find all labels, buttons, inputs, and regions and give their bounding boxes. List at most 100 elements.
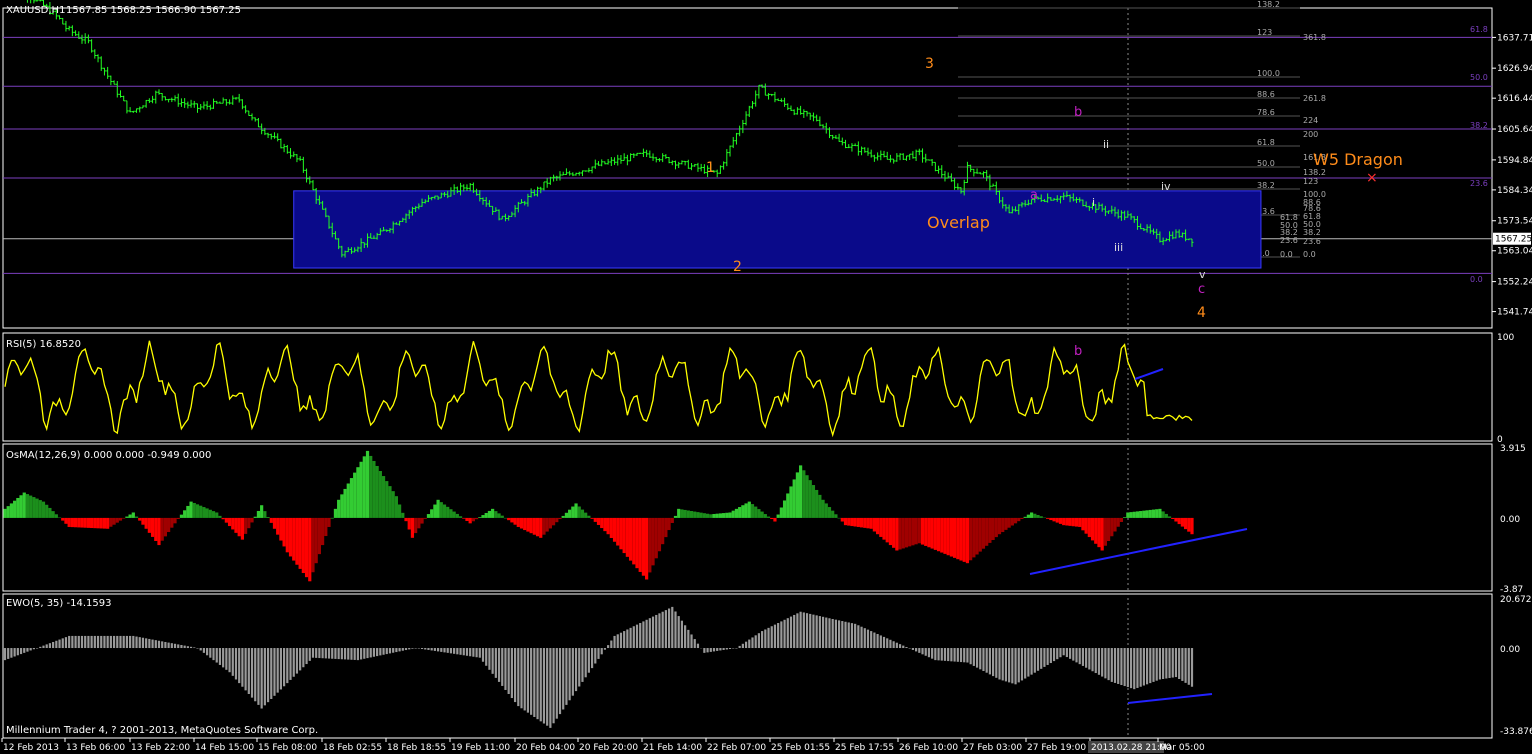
rsi-series [4,340,1193,438]
ewo-bar [241,648,244,687]
symbol-title: XAUUSD,H1 [6,5,65,16]
osma-bar [747,501,751,518]
osma-bar [673,515,678,518]
ewo-bar [189,646,193,649]
osma-bar [715,513,719,518]
ewo-bar [754,635,757,649]
ewo-bar [530,648,533,715]
ewo-bar [728,648,732,649]
osma-bar [850,517,854,527]
osma-bar [224,517,228,523]
osma-bar [1036,515,1040,518]
ewo-bar [546,648,549,726]
ewo-bar [587,648,590,673]
ewo-bar [1152,648,1155,682]
osma-bar [1004,517,1008,530]
osma-bar [1103,517,1107,546]
osma-bar [760,511,764,518]
osma-bar [154,517,158,541]
osma-bar [45,504,49,518]
ewo-bar [388,648,392,654]
osma-bar [173,517,177,524]
osma-bar [600,517,604,529]
ewo-bar [279,648,282,690]
ewo-bar [334,648,337,659]
osma-bar [702,513,706,518]
osma-bar [462,517,466,519]
ewo-bar [80,635,84,649]
ewo-bar [238,648,241,684]
osma-bar [218,515,222,518]
ewo-bar [392,648,395,653]
osma-bar [953,517,957,558]
osma-bar [1087,517,1091,538]
osma-bar [1139,511,1143,518]
ewo-bar [812,614,815,649]
ewo-bar [558,648,562,715]
ewo-bar [343,648,347,660]
ewo-bar [90,635,93,649]
osma-bar [381,476,386,518]
osma-bar [728,512,732,518]
ewo-bar [183,645,186,649]
ewo-bar [100,635,103,649]
osma-bar [1071,517,1075,527]
ewo-bar [234,648,238,680]
ewo-bar [966,648,969,663]
ewo-bar [459,648,462,655]
trading-chart[interactable]: 138.2123100.088.678.661.850.038.223.60.0… [0,0,1532,754]
osma-bar [625,517,629,557]
ewo-bar [584,648,587,678]
osma-bar [343,488,347,518]
ewo-bar [16,648,19,656]
ewo-bar [478,648,481,658]
ewo-bar [247,648,250,695]
osma-bar [866,517,870,529]
ewo-bar [578,648,581,687]
osma-bar [959,517,963,561]
ewo-bar [1052,648,1056,662]
osma-bar [815,489,819,518]
ewo-bar [209,648,212,658]
osma-bar [645,517,649,580]
ewo-bar [796,613,799,649]
ewo-bar [1075,648,1078,663]
osma-bar [972,517,976,558]
osma-bar [686,510,690,518]
ewo-bar [42,645,45,649]
ewo-bar [607,645,610,649]
ewo-bar [321,648,324,659]
x-tick-label: 26 Feb 10:00 [899,743,958,753]
osma-bar [131,512,135,518]
ewo-bar [613,635,616,649]
ewo-bar [55,640,58,649]
wave-primary-label: 3 [925,56,934,72]
ewo-bar [1158,648,1162,680]
ewo-bar [1178,648,1181,679]
ewo-bar [109,635,112,649]
x-tick-label: 14 Feb 15:00 [195,743,254,753]
osma-bar [712,513,716,518]
osma-bar [35,498,39,518]
ewo-bar [161,641,164,649]
ewo-bar [1024,648,1027,679]
osma-bar [696,512,700,518]
osma-bar [808,480,812,518]
osma-bar [96,517,100,529]
ewo-bar [510,648,513,699]
osma-bar [821,499,825,518]
ewo-bar [911,648,914,650]
ewo-bar [453,648,456,654]
ewo-bar [420,648,424,649]
panel-frames [2,7,1493,739]
ewo-bar [119,635,122,649]
osma-bar [882,517,886,540]
osma-bar [792,479,796,518]
ewo-bar [526,648,530,713]
osma-bar [401,512,405,518]
osma-bar [423,517,427,519]
ewo-bar [276,648,279,693]
ewo-bar [222,648,225,668]
ewo-bar [661,611,664,649]
ewo-bar [1139,648,1142,687]
